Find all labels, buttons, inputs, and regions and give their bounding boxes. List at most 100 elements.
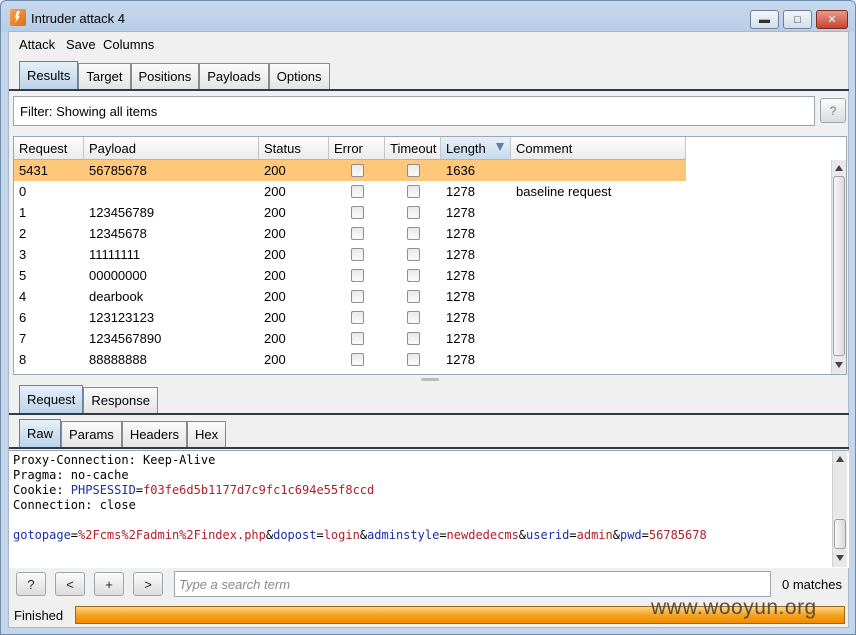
table-row[interactable]: 1 123456789 200 1278 xyxy=(14,202,686,223)
error-checkbox[interactable] xyxy=(350,248,364,261)
col-length[interactable]: Length xyxy=(441,137,511,160)
status-text: Finished xyxy=(14,608,64,623)
param-value: %2Fcms%2Fadmin%2Findex.php xyxy=(78,528,266,542)
editor-scroll-up-icon[interactable] xyxy=(836,456,844,462)
menu-attack[interactable]: Attack xyxy=(19,37,55,52)
filter-bar[interactable]: Filter: Showing all items xyxy=(13,96,815,126)
table-row[interactable]: 5 00000000 200 1278 xyxy=(14,265,686,286)
cell-request: 1 xyxy=(19,205,27,220)
cell-length: 1278 xyxy=(446,184,475,199)
param-name: adminstyle xyxy=(367,528,440,542)
col-request[interactable]: Request xyxy=(14,137,84,160)
table-header: Request Payload Status Error Timeout Len… xyxy=(14,137,686,160)
cell-status: 200 xyxy=(264,247,286,262)
tab-raw[interactable]: Raw xyxy=(19,419,62,447)
table-scroll-thumb[interactable] xyxy=(833,176,845,356)
table-row[interactable]: 4 dearbook 200 1278 xyxy=(14,286,686,307)
timeout-cell xyxy=(385,223,441,244)
tab-params[interactable]: Params xyxy=(61,421,122,447)
param-equals: = xyxy=(70,528,79,542)
cell-payload: 12345678 xyxy=(89,226,147,241)
maximize-button[interactable]: □ xyxy=(783,10,812,29)
raw-line-body: gotopage=%2Fcms%2Fadmin%2Findex.php&dopo… xyxy=(13,528,845,543)
col-error[interactable]: Error xyxy=(329,137,385,160)
menu-save[interactable]: Save xyxy=(66,37,96,52)
search-add-button[interactable]: + xyxy=(94,572,124,596)
error-cell xyxy=(329,223,385,244)
cell-comment xyxy=(511,349,686,370)
timeout-checkbox[interactable] xyxy=(406,164,420,177)
minimize-button[interactable]: ▬ xyxy=(750,10,779,29)
tab-target[interactable]: Target xyxy=(78,63,131,89)
tab-results[interactable]: Results xyxy=(19,61,79,89)
cell-status: 200 xyxy=(264,163,286,178)
cell-request: 5431 xyxy=(19,163,48,178)
param-separator: & xyxy=(612,528,620,542)
cell-request: 7 xyxy=(19,331,27,346)
timeout-checkbox[interactable] xyxy=(406,269,420,282)
menu-columns[interactable]: Columns xyxy=(103,37,154,52)
error-checkbox[interactable] xyxy=(350,290,364,303)
timeout-checkbox[interactable] xyxy=(406,206,420,219)
table-row[interactable]: 8 88888888 200 1278 xyxy=(14,349,686,370)
error-checkbox[interactable] xyxy=(350,227,364,240)
table-row[interactable]: 6 123123123 200 1278 xyxy=(14,307,686,328)
tab-divider xyxy=(9,89,849,91)
scroll-up-icon[interactable] xyxy=(835,165,843,171)
timeout-checkbox[interactable] xyxy=(406,227,420,240)
search-input[interactable] xyxy=(174,571,771,597)
timeout-cell xyxy=(385,286,441,307)
table-scrollbar[interactable] xyxy=(831,160,846,374)
timeout-checkbox[interactable] xyxy=(406,185,420,198)
table-row[interactable]: 2 12345678 200 1278 xyxy=(14,223,686,244)
view-tab-divider xyxy=(9,447,849,449)
error-checkbox[interactable] xyxy=(350,206,364,219)
error-checkbox[interactable] xyxy=(350,185,364,198)
col-payload[interactable]: Payload xyxy=(84,137,259,160)
filter-help-button[interactable]: ? xyxy=(820,98,846,123)
timeout-checkbox[interactable] xyxy=(406,311,420,324)
error-checkbox[interactable] xyxy=(350,332,364,345)
cell-payload: 88888888 xyxy=(89,352,147,367)
editor-scroll-down-icon[interactable] xyxy=(836,555,844,561)
timeout-cell xyxy=(385,307,441,328)
timeout-checkbox[interactable] xyxy=(406,353,420,366)
search-prev-button[interactable]: < xyxy=(55,572,85,596)
timeout-checkbox[interactable] xyxy=(406,332,420,345)
editor-scroll-thumb[interactable] xyxy=(834,519,846,549)
pane-splitter-handle[interactable] xyxy=(421,378,439,381)
title-bar[interactable]: Intruder attack 4 ▬ □ ✕ xyxy=(1,1,855,31)
cell-payload: 123123123 xyxy=(89,310,155,325)
col-status[interactable]: Status xyxy=(259,137,329,160)
cell-length: 1278 xyxy=(446,352,475,367)
close-button[interactable]: ✕ xyxy=(816,10,848,29)
tab-hex[interactable]: Hex xyxy=(186,421,227,447)
scroll-down-icon[interactable] xyxy=(835,362,843,368)
error-checkbox[interactable] xyxy=(350,269,364,282)
col-comment[interactable]: Comment xyxy=(511,137,686,160)
table-row[interactable]: 7 1234567890 200 1278 xyxy=(14,328,686,349)
tab-positions[interactable]: Positions xyxy=(130,63,200,89)
timeout-checkbox[interactable] xyxy=(406,290,420,303)
cell-comment xyxy=(511,265,686,286)
table-row[interactable]: 5431 56785678 200 1636 xyxy=(14,160,686,181)
search-next-button[interactable]: > xyxy=(133,572,163,596)
table-row[interactable]: 3 11111111 200 1278 xyxy=(14,244,686,265)
editor-scrollbar[interactable] xyxy=(832,451,847,567)
table-row[interactable]: 0 200 1278 baseline request xyxy=(14,181,686,202)
minimize-icon: ▬ xyxy=(759,13,770,26)
error-checkbox[interactable] xyxy=(350,311,364,324)
error-checkbox[interactable] xyxy=(350,164,364,177)
param-value: newdedecms xyxy=(446,528,519,542)
search-help-button[interactable]: ? xyxy=(16,572,46,596)
tab-options[interactable]: Options xyxy=(268,63,330,89)
cell-payload xyxy=(84,181,259,202)
timeout-checkbox[interactable] xyxy=(406,248,420,261)
error-checkbox[interactable] xyxy=(350,353,364,366)
tab-request[interactable]: Request xyxy=(19,385,84,413)
tab-headers[interactable]: Headers xyxy=(121,421,187,447)
raw-request-editor[interactable]: Proxy-Connection: Keep-Alive Pragma: no-… xyxy=(9,450,849,568)
tab-response[interactable]: Response xyxy=(83,387,158,413)
col-timeout[interactable]: Timeout xyxy=(385,137,441,160)
tab-payloads[interactable]: Payloads xyxy=(199,63,269,89)
